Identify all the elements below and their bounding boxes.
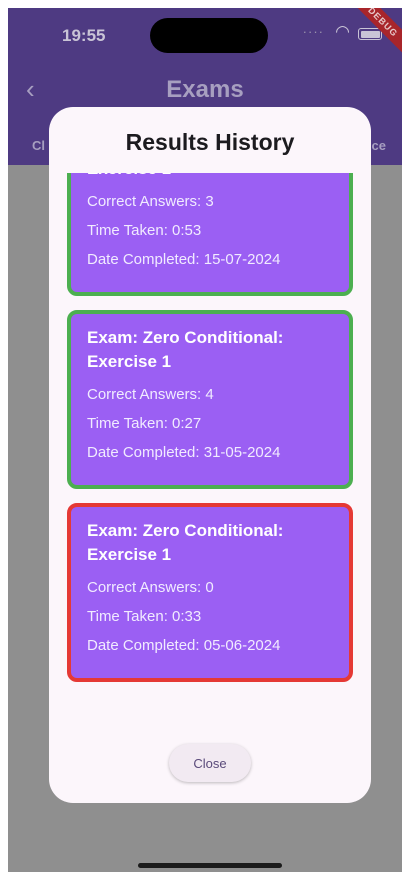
time-taken: Time Taken: 0:27 [87,415,202,432]
time-taken: Time Taken: 0:53 [87,222,202,239]
wifi-icon: ◠ [335,22,350,41]
result-card: Exercise 1 Correct Answers: 3 Time Taken… [67,173,353,296]
date-completed: Date Completed: 05-06-2024 [87,637,281,654]
date-completed: Date Completed: 31-05-2024 [87,444,281,461]
results-list[interactable]: Exercise 1 Correct Answers: 3 Time Taken… [65,173,355,727]
result-title: Exercise 1 [87,173,333,181]
signal-icon: ···· [302,24,324,39]
home-indicator[interactable] [138,863,282,868]
correct-answers: Correct Answers: 4 [87,386,214,403]
tab-right[interactable]: ce [372,138,386,153]
tab-left[interactable]: Cl [32,138,45,153]
result-title: Exam: Zero Conditional: Exercise 1 [87,521,284,564]
close-button[interactable]: Close [169,744,251,782]
app-screen: 19:55 ···· ◠ ‹ Exams Cl ce DEBUG Results… [8,8,402,872]
status-time: 19:55 [62,26,106,45]
correct-answers: Correct Answers: 0 [87,579,214,596]
result-title: Exam: Zero Conditional: Exercise 1 [87,328,284,371]
results-history-dialog: Results History Exercise 1 Correct Answe… [49,107,371,803]
result-card: Exam: Zero Conditional: Exercise 1 Corre… [67,310,353,489]
dialog-title: Results History [125,129,295,155]
date-completed: Date Completed: 15-07-2024 [87,251,281,268]
result-card: Exam: Zero Conditional: Exercise 1 Corre… [67,503,353,682]
dynamic-island [150,18,268,53]
battery-icon [358,28,382,40]
correct-answers: Correct Answers: 3 [87,193,214,210]
page-title: Exams [166,76,244,103]
time-taken: Time Taken: 0:33 [87,608,202,625]
